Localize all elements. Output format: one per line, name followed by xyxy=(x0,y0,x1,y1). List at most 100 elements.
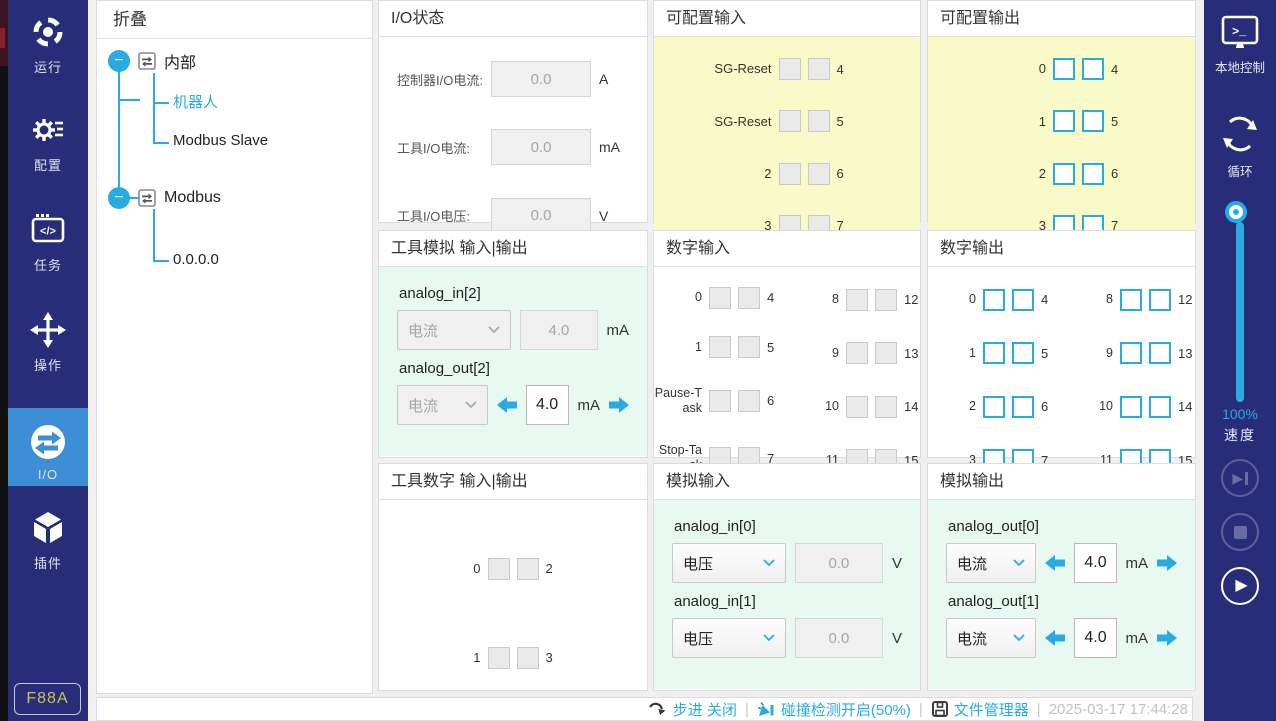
unit-label: mA xyxy=(1126,555,1149,572)
sidebar-item-run[interactable]: 运行 xyxy=(8,12,88,76)
panel-title: 数字输入 xyxy=(654,231,920,267)
output-toggle-checkbox[interactable] xyxy=(983,396,1005,418)
configurable-output-panel: 可配置输出 0 4 1 5 2 6 3 xyxy=(927,0,1196,223)
output-toggle-checkbox[interactable] xyxy=(1149,289,1171,311)
file-manager-link[interactable]: 文件管理器 xyxy=(931,699,1029,720)
collision-detection-status[interactable]: 碰撞检测开启(50%) xyxy=(757,699,911,720)
svg-text:</>: </> xyxy=(40,226,56,238)
sidebar-item-config[interactable]: 配置 xyxy=(8,110,88,174)
channel-label: 0 xyxy=(928,292,976,307)
panel-title: I/O状态 xyxy=(379,1,647,37)
analog-out-value[interactable]: 4.0 xyxy=(1074,618,1116,658)
output-toggle-checkbox[interactable] xyxy=(983,342,1005,364)
decrease-arrow-button[interactable] xyxy=(1045,629,1065,647)
step-forward-button[interactable]: ▶ xyxy=(1221,459,1259,497)
tool-voltage-value: 0.0 xyxy=(491,198,591,234)
unit-label: mA xyxy=(1126,630,1149,647)
input-state-checkbox xyxy=(517,558,539,580)
analog-out-value[interactable]: 4.0 xyxy=(526,385,569,425)
channel-name: analog_in[1] xyxy=(674,593,902,610)
tree-collapse-button[interactable]: 折叠 xyxy=(97,1,372,39)
sidebar-item-operate[interactable]: 操作 xyxy=(8,310,88,374)
separator: | xyxy=(919,701,923,718)
input-state-checkbox xyxy=(709,336,731,358)
decrease-arrow-button[interactable] xyxy=(1045,554,1065,572)
analog-in-value: 4.0 xyxy=(520,310,597,350)
tree-leaf-ip[interactable]: 0.0.0.0 xyxy=(173,251,219,268)
channel-label: 4 xyxy=(767,290,791,305)
sidebar-item-io[interactable]: I/O xyxy=(8,408,88,486)
svg-text:>_: >_ xyxy=(1232,25,1247,39)
field-label: 控制器I/O电流: xyxy=(397,70,491,89)
stop-icon xyxy=(1234,526,1247,539)
stop-button[interactable] xyxy=(1221,513,1259,551)
channel-label: 6 xyxy=(1041,399,1065,414)
output-toggle-checkbox[interactable] xyxy=(1053,58,1075,80)
play-button[interactable]: ▶ xyxy=(1221,567,1259,605)
tool-current-value: 0.0 xyxy=(491,129,591,165)
increase-arrow-button[interactable] xyxy=(1157,554,1177,572)
increase-arrow-button[interactable] xyxy=(609,396,629,414)
mode-select[interactable]: 电压 xyxy=(672,543,786,583)
mode-select[interactable]: 电压 xyxy=(672,618,786,658)
field-label: 工具I/O电压: xyxy=(397,206,491,225)
output-toggle-checkbox[interactable] xyxy=(1120,396,1142,418)
device-badge[interactable]: F88A xyxy=(14,683,81,715)
output-toggle-checkbox[interactable] xyxy=(1082,58,1104,80)
config-input-row: SG-Reset 5 xyxy=(708,110,867,132)
select-value: 电压 xyxy=(683,553,713,574)
local-control-button[interactable]: >_ 本地控制 xyxy=(1204,14,1276,76)
input-state-checkbox xyxy=(709,390,731,412)
analog-out-value[interactable]: 4.0 xyxy=(1074,543,1116,583)
step-mode-status[interactable]: 步进 关闭 xyxy=(648,699,737,720)
output-toggle-checkbox[interactable] xyxy=(1149,342,1171,364)
unit-label: mA xyxy=(607,322,630,339)
channel-label: 5 xyxy=(837,114,867,129)
output-toggle-checkbox[interactable] xyxy=(1120,289,1142,311)
speed-slider-knob[interactable] xyxy=(1229,205,1243,219)
loop-button[interactable]: 循环 xyxy=(1204,112,1276,180)
gear-icon xyxy=(28,110,68,150)
io-status-row: 工具I/O电流: 0.0 mA xyxy=(397,129,629,165)
output-toggle-checkbox[interactable] xyxy=(1012,396,1034,418)
chevron-down-icon xyxy=(763,634,775,642)
collision-detection-label: 碰撞检测开启(50%) xyxy=(781,699,911,720)
output-toggle-checkbox[interactable] xyxy=(1082,163,1104,185)
analog-out-row: 电流 4.0 mA xyxy=(946,543,1177,583)
decrease-arrow-button[interactable] xyxy=(497,396,517,414)
sidebar-item-plugin[interactable]: 插件 xyxy=(8,508,88,572)
collapse-minus-icon[interactable]: − xyxy=(108,187,130,209)
output-toggle-checkbox[interactable] xyxy=(1012,289,1034,311)
unit-label: V xyxy=(599,208,629,224)
tree-node-modbus[interactable]: − Modbus xyxy=(108,187,221,209)
channel-label: 8 xyxy=(1065,292,1113,307)
channel-name: analog_out[2] xyxy=(399,360,629,377)
mode-select[interactable]: 电流 xyxy=(946,543,1036,583)
input-state-checkbox xyxy=(846,289,868,311)
background-strip xyxy=(0,0,8,721)
output-toggle-checkbox[interactable] xyxy=(1012,342,1034,364)
output-toggle-checkbox[interactable] xyxy=(1053,163,1075,185)
output-toggle-checkbox[interactable] xyxy=(1053,110,1075,132)
panel-title: 模拟输出 xyxy=(928,464,1195,500)
unit-label: A xyxy=(599,71,629,87)
tree-leaf-robot[interactable]: 机器人 xyxy=(173,91,218,112)
file-manager-label: 文件管理器 xyxy=(954,699,1029,720)
digital-input-panel: 数字输入 04 15 Pause-Task6 Stop-Task7 812 91… xyxy=(653,230,921,458)
output-toggle-checkbox[interactable] xyxy=(1120,342,1142,364)
tree-connector xyxy=(153,260,169,262)
output-toggle-checkbox[interactable] xyxy=(1082,110,1104,132)
tree-node-internal[interactable]: − 内部 xyxy=(108,49,196,73)
channel-label: 13 xyxy=(904,346,928,361)
sidebar-item-task[interactable]: </> 任务 xyxy=(8,210,88,274)
channel-label: 5 xyxy=(1041,346,1065,361)
channel-label: 6 xyxy=(1111,166,1141,181)
output-toggle-checkbox[interactable] xyxy=(1149,396,1171,418)
collapse-minus-icon[interactable]: − xyxy=(108,50,130,72)
output-toggle-checkbox[interactable] xyxy=(983,289,1005,311)
speed-slider-track[interactable] xyxy=(1236,222,1244,402)
unit-label: mA xyxy=(599,139,629,155)
increase-arrow-button[interactable] xyxy=(1157,629,1177,647)
tree-leaf-modbus-slave[interactable]: Modbus Slave xyxy=(173,132,268,149)
mode-select[interactable]: 电流 xyxy=(946,618,1036,658)
